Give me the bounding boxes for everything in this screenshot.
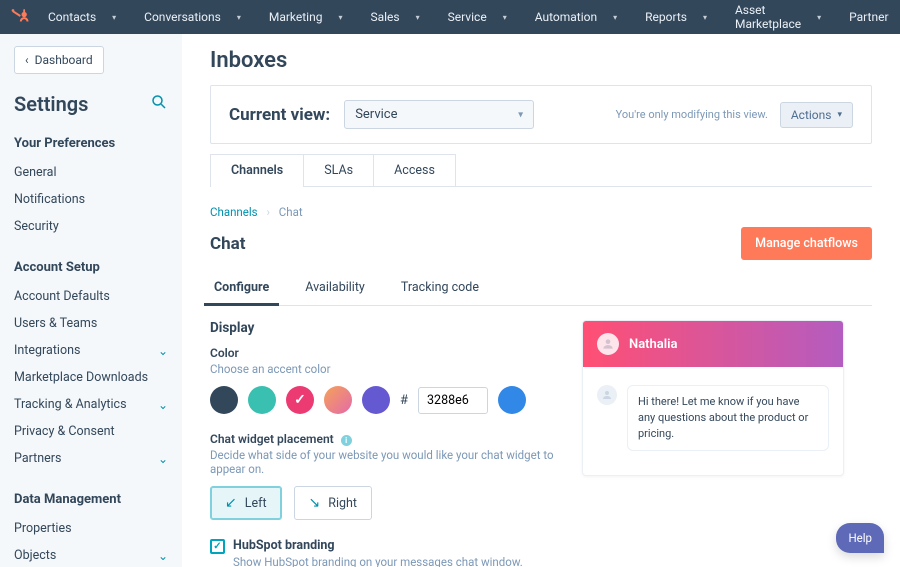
placement-options: ↙ Left ↘ Right bbox=[210, 486, 560, 520]
section-account-setup: Account Setup bbox=[14, 260, 168, 275]
placement-left[interactable]: ↙ Left bbox=[210, 486, 282, 520]
subtab-availability[interactable]: Availability bbox=[301, 272, 369, 305]
sidebar-item-notifications[interactable]: Notifications bbox=[14, 186, 168, 213]
settings-search-icon[interactable] bbox=[150, 93, 168, 115]
current-view-select[interactable]: Service ▾ bbox=[344, 100, 534, 129]
tab-access[interactable]: Access bbox=[373, 154, 456, 186]
info-icon[interactable]: i bbox=[341, 435, 352, 446]
color-label: Color bbox=[210, 346, 560, 360]
preview-name: Nathalia bbox=[629, 337, 678, 352]
branding-sub: Show HubSpot branding on your messages c… bbox=[233, 555, 523, 567]
current-view-label: Current view: bbox=[229, 105, 330, 125]
checkbox-checked-icon[interactable]: ✓ bbox=[210, 539, 225, 554]
manage-chatflows-button[interactable]: Manage chatflows bbox=[741, 227, 872, 260]
chevron-down-icon: ⌄ bbox=[158, 452, 168, 466]
display-section-title: Display bbox=[210, 320, 560, 336]
chevron-down-icon: ⌄ bbox=[158, 549, 168, 563]
tab-channels[interactable]: Channels bbox=[210, 154, 304, 186]
preview-header: Nathalia bbox=[583, 321, 843, 367]
swatch-orange-gradient[interactable] bbox=[324, 386, 352, 414]
page-title: Inboxes bbox=[210, 48, 872, 73]
tab-slas[interactable]: SLAs bbox=[303, 154, 374, 186]
chevron-down-icon: ⌄ bbox=[158, 344, 168, 358]
hex-input[interactable] bbox=[418, 387, 488, 414]
chevron-right-icon: › bbox=[266, 205, 269, 219]
main-content: Inboxes Current view: Service ▾ You're o… bbox=[182, 34, 900, 567]
settings-sidebar: ‹ Dashboard Settings Your Preferences Ge… bbox=[0, 34, 182, 567]
sidebar-item-users-teams[interactable]: Users & Teams bbox=[14, 310, 168, 337]
section-your-preferences: Your Preferences bbox=[14, 136, 168, 151]
breadcrumb-channels-link[interactable]: Channels bbox=[210, 205, 258, 219]
swatch-custom[interactable] bbox=[498, 386, 526, 414]
chevron-left-icon: ‹ bbox=[25, 53, 29, 67]
sidebar-item-partners[interactable]: Partners⌄ bbox=[14, 445, 168, 472]
placement-help: Decide what side of your website you wou… bbox=[210, 448, 560, 476]
subtab-tracking-code[interactable]: Tracking code bbox=[397, 272, 483, 305]
swatch-purple[interactable] bbox=[362, 386, 390, 414]
swatch-teal[interactable] bbox=[248, 386, 276, 414]
chevron-down-icon: ⌄ bbox=[158, 398, 168, 412]
sidebar-item-privacy-consent[interactable]: Privacy & Consent bbox=[14, 418, 168, 445]
section-data-management: Data Management bbox=[14, 492, 168, 507]
chat-sub-tabs: Configure Availability Tracking code bbox=[210, 272, 872, 306]
message-avatar-icon bbox=[597, 385, 617, 405]
color-swatches: # bbox=[210, 386, 560, 414]
sidebar-item-marketplace-downloads[interactable]: Marketplace Downloads bbox=[14, 364, 168, 391]
top-nav: Contacts▾ Conversations▾ Marketing▾ Sale… bbox=[0, 0, 900, 34]
breadcrumb: Channels › Chat bbox=[210, 205, 872, 219]
sidebar-item-tracking-analytics[interactable]: Tracking & Analytics⌄ bbox=[14, 391, 168, 418]
sidebar-item-account-defaults[interactable]: Account Defaults bbox=[14, 283, 168, 310]
current-view-card: Current view: Service ▾ You're only modi… bbox=[210, 85, 872, 144]
sidebar-item-objects[interactable]: Objects⌄ bbox=[14, 542, 168, 567]
arrow-down-right-icon: ↘ bbox=[309, 495, 321, 511]
swatch-navy[interactable] bbox=[210, 386, 238, 414]
hubspot-logo[interactable] bbox=[10, 4, 30, 30]
settings-title: Settings bbox=[14, 92, 88, 116]
subtab-configure[interactable]: Configure bbox=[210, 272, 273, 305]
sidebar-item-properties[interactable]: Properties bbox=[14, 515, 168, 542]
sidebar-item-integrations[interactable]: Integrations⌄ bbox=[14, 337, 168, 364]
chevron-down-icon: ▾ bbox=[518, 109, 523, 120]
hex-hash-label: # bbox=[400, 393, 408, 408]
sidebar-item-security[interactable]: Security bbox=[14, 213, 168, 240]
breadcrumb-current: Chat bbox=[279, 205, 303, 219]
arrow-down-left-icon: ↙ bbox=[225, 495, 237, 511]
branding-checkbox-row[interactable]: ✓ HubSpot branding Show HubSpot branding… bbox=[210, 538, 560, 567]
actions-button[interactable]: Actions ▾ bbox=[780, 102, 853, 128]
placement-label: Chat widget placement i bbox=[210, 432, 560, 446]
placement-right[interactable]: ↘ Right bbox=[294, 486, 372, 520]
preview-avatar-icon bbox=[597, 333, 619, 355]
back-to-dashboard-button[interactable]: ‹ Dashboard bbox=[14, 46, 104, 74]
chat-heading: Chat bbox=[210, 234, 246, 254]
sidebar-item-general[interactable]: General bbox=[14, 159, 168, 186]
color-help: Choose an accent color bbox=[210, 362, 560, 376]
current-view-hint: You're only modifying this view. bbox=[616, 108, 768, 121]
chevron-down-icon: ▾ bbox=[837, 110, 842, 120]
branding-label: HubSpot branding bbox=[233, 538, 335, 553]
chat-preview: Nathalia Hi there! Let me know if you ha… bbox=[582, 320, 844, 476]
preview-message: Hi there! Let me know if you have any qu… bbox=[627, 385, 829, 451]
inbox-tabs: Channels SLAs Access bbox=[210, 154, 872, 187]
help-button[interactable]: Help bbox=[836, 523, 884, 553]
swatch-pink[interactable] bbox=[286, 386, 314, 414]
